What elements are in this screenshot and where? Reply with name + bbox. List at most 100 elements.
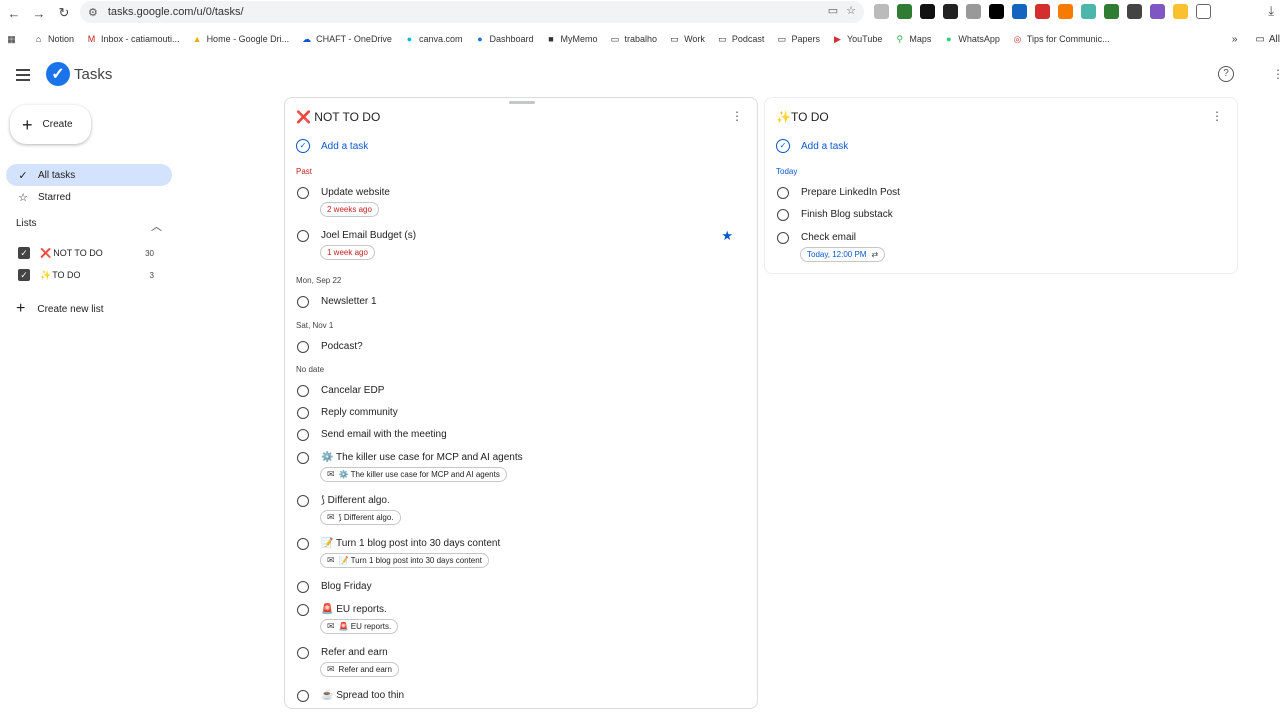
- due-date-chip[interactable]: 1 week ago: [320, 245, 375, 260]
- bookmark-item[interactable]: M Inbox - catiamouti...: [86, 34, 180, 45]
- site-info-icon[interactable]: ⚙: [88, 6, 98, 19]
- email-link-chip[interactable]: ✉ 📝 Turn 1 blog post into 30 days content: [320, 553, 489, 568]
- all-bookmarks-link[interactable]: All: [1269, 34, 1280, 45]
- help-icon[interactable]: ?: [1218, 66, 1234, 82]
- complete-checkbox[interactable]: [297, 647, 309, 659]
- apps-icon[interactable]: ▦: [6, 34, 21, 45]
- bookmark-item[interactable]: ▭ Papers: [776, 34, 820, 45]
- complete-checkbox[interactable]: [297, 495, 309, 507]
- panel-title: ✨TO DO: [776, 110, 829, 124]
- complete-checkbox[interactable]: [297, 407, 309, 419]
- email-link-chip[interactable]: ✉ ⟆ Different algo.: [320, 510, 401, 525]
- chevron-up-icon[interactable]: ︿: [151, 218, 162, 234]
- bookmark-item[interactable]: ⌂ Notion: [33, 34, 74, 45]
- complete-checkbox[interactable]: [297, 581, 309, 593]
- puzzle-icon[interactable]: [1196, 4, 1211, 19]
- forward-icon[interactable]: →: [28, 2, 50, 24]
- complete-checkbox[interactable]: [297, 187, 309, 199]
- task-title: Blog Friday: [321, 581, 372, 592]
- complete-checkbox[interactable]: [297, 296, 309, 308]
- due-date-chip[interactable]: 2 weeks ago: [320, 202, 379, 217]
- list-item-to-do[interactable]: ✓ ✨ TO DO 3: [18, 267, 154, 283]
- nav-starred[interactable]: ☆ Starred: [6, 186, 172, 208]
- extension-icon[interactable]: [1127, 4, 1142, 19]
- bookmark-item[interactable]: ● WhatsApp: [943, 34, 1000, 45]
- create-button[interactable]: + Create: [10, 105, 91, 144]
- mail-icon: ✉: [327, 664, 335, 674]
- list-count: 30: [145, 248, 154, 258]
- bookmark-item[interactable]: ▭ Podcast: [717, 34, 764, 45]
- bookmark-item[interactable]: ▭ trabalho: [610, 34, 657, 45]
- task-title: 📝 Turn 1 blog post into 30 days content: [321, 538, 501, 549]
- extension-icon[interactable]: [1173, 4, 1188, 19]
- bookmark-item[interactable]: ☁ CHAFT - OneDrive: [301, 34, 392, 45]
- extension-icon[interactable]: [874, 4, 889, 19]
- star-filled-icon[interactable]: ★: [721, 228, 733, 244]
- complete-checkbox[interactable]: [777, 232, 789, 244]
- complete-checkbox[interactable]: [297, 604, 309, 616]
- complete-checkbox[interactable]: [297, 452, 309, 464]
- bookmark-item[interactable]: ▲ Home - Google Dri...: [192, 34, 290, 45]
- bookmark-item[interactable]: ● canva.com: [404, 34, 463, 45]
- extension-icon[interactable]: [1150, 4, 1165, 19]
- reload-icon[interactable]: ↻: [53, 2, 75, 24]
- extension-icon[interactable]: [1104, 4, 1119, 19]
- more-vert-icon[interactable]: ⋮: [1211, 110, 1223, 122]
- checkbox-checked[interactable]: ✓: [18, 247, 30, 259]
- extension-icon[interactable]: [943, 4, 958, 19]
- list-item-not-to-do[interactable]: ✓ ❌ NOT TO DO 30: [18, 245, 154, 261]
- bookmark-item[interactable]: ▭ Work: [669, 34, 705, 45]
- back-icon[interactable]: ←: [3, 2, 25, 24]
- bookmark-item[interactable]: ◎ Tips for Communic...: [1012, 34, 1109, 45]
- complete-checkbox[interactable]: [777, 187, 789, 199]
- add-task-button[interactable]: ✓ Add a task: [296, 139, 368, 153]
- due-date-chip[interactable]: Today, 12:00 PM ⇄: [800, 247, 886, 262]
- bookmark-item[interactable]: ▶ YouTube: [832, 34, 882, 45]
- add-task-icon: ✓: [776, 139, 790, 153]
- complete-checkbox[interactable]: [297, 385, 309, 397]
- apps-grid-icon[interactable]: ⋮: [1272, 67, 1280, 81]
- mail-icon: ✉: [327, 469, 335, 479]
- drag-handle[interactable]: [509, 101, 535, 104]
- extension-icon[interactable]: [989, 4, 1004, 19]
- lists-header[interactable]: Lists ︿: [16, 218, 162, 234]
- complete-checkbox[interactable]: [297, 230, 309, 242]
- email-link-chip[interactable]: ✉ Refer and earn: [320, 662, 399, 677]
- bookmark-star-icon[interactable]: ☆: [846, 4, 856, 17]
- checkbox-checked[interactable]: ✓: [18, 269, 30, 281]
- extension-icon[interactable]: [1058, 4, 1073, 19]
- install-app-icon[interactable]: ▭: [828, 4, 838, 17]
- bookmarks-overflow: » ▭ All: [1232, 28, 1280, 50]
- add-task-button[interactable]: ✓ Add a task: [776, 139, 848, 153]
- nav-all-tasks[interactable]: ✓ All tasks: [6, 164, 172, 186]
- complete-checkbox[interactable]: [297, 341, 309, 353]
- more-vert-icon[interactable]: ⋮: [731, 110, 743, 122]
- hamburger-menu-icon[interactable]: [16, 66, 32, 82]
- sparkles-emoji-icon: ✨: [776, 110, 791, 124]
- complete-checkbox[interactable]: [297, 538, 309, 550]
- folder-icon: ▭: [670, 33, 679, 44]
- extension-icon[interactable]: [1035, 4, 1050, 19]
- address-bar[interactable]: ⚙ tasks.google.com/u/0/tasks/ ▭ ☆: [80, 1, 864, 23]
- create-new-list-button[interactable]: + Create new list: [16, 300, 103, 318]
- extension-icon[interactable]: [966, 4, 981, 19]
- download-icon[interactable]: ⤓: [1268, 3, 1274, 19]
- bookmark-item[interactable]: ■ MyMemo: [546, 34, 597, 45]
- task-title: Prepare LinkedIn Post: [801, 187, 900, 198]
- chevron-double-right-icon[interactable]: »: [1232, 34, 1238, 45]
- bookmark-item[interactable]: ⚲ Maps: [894, 34, 932, 45]
- tasks-logo-icon: ✓: [46, 62, 70, 86]
- bookmark-item[interactable]: ● Dashboard: [474, 34, 533, 45]
- extension-icon[interactable]: [1012, 4, 1027, 19]
- complete-checkbox[interactable]: [777, 209, 789, 221]
- extension-icon[interactable]: [920, 4, 935, 19]
- email-link-chip[interactable]: ✉ ⚙️ The killer use case for MCP and AI a…: [320, 467, 507, 482]
- task-title: Update website: [321, 187, 390, 198]
- email-link-chip[interactable]: ✉ 🚨 EU reports.: [320, 619, 399, 634]
- extension-icon[interactable]: [897, 4, 912, 19]
- extension-icon[interactable]: [1081, 4, 1096, 19]
- complete-checkbox[interactable]: [297, 690, 309, 702]
- task-title: 🚨 EU reports.: [321, 604, 387, 615]
- complete-checkbox[interactable]: [297, 429, 309, 441]
- task-title: ☕ Spread too thin: [321, 690, 405, 701]
